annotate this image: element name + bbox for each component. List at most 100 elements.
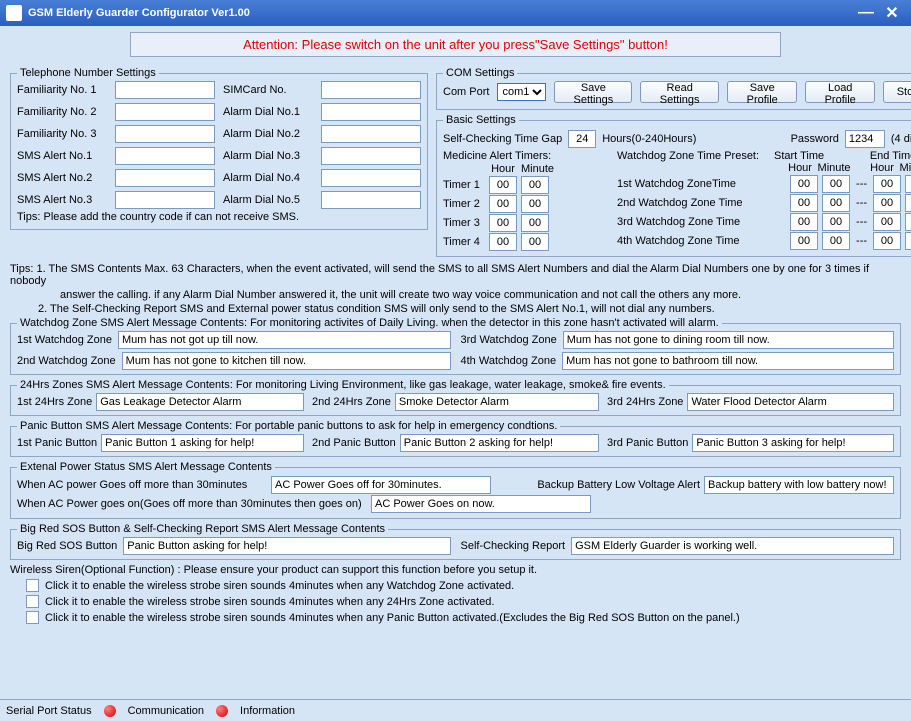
battery-input[interactable]	[704, 476, 894, 494]
timer-3-m[interactable]	[521, 233, 549, 251]
tel-label: Alarm Dial No.3	[223, 150, 313, 162]
com-port-select[interactable]: com1	[497, 83, 546, 101]
sos-input[interactable]	[123, 537, 450, 555]
gap-unit: Hours(0-240Hours)	[602, 133, 696, 145]
power-msg: Extenal Power Status SMS Alert Message C…	[10, 461, 901, 519]
timer-0-m[interactable]	[521, 176, 549, 194]
tel-input-3b[interactable]	[321, 147, 421, 165]
status-comm: Communication	[128, 705, 204, 717]
read-settings-button[interactable]: Read Settings	[640, 81, 719, 103]
tel-input-1b[interactable]	[321, 103, 421, 121]
siren-check-1[interactable]	[26, 579, 39, 592]
wd-msg-3[interactable]	[563, 331, 894, 349]
timer-2-h[interactable]	[489, 214, 517, 232]
stop-button[interactable]: Stop	[883, 81, 911, 103]
wd-msg-4[interactable]	[562, 352, 894, 370]
power-off-input[interactable]	[271, 476, 491, 494]
tel-label: SMS Alert No.1	[17, 150, 107, 162]
minimize-button[interactable]: —	[853, 4, 879, 22]
wd-2-sh[interactable]	[790, 213, 818, 231]
attention-banner: Attention: Please switch on the unit aft…	[130, 32, 781, 57]
info-led-icon	[216, 705, 228, 717]
watchdog-msg: Watchdog Zone SMS Alert Message Contents…	[10, 317, 901, 375]
wd-0-em[interactable]	[905, 175, 911, 193]
com-port-label: Com Port	[443, 86, 489, 98]
tips-line3: 2. The Self-Checking Report SMS and Exte…	[38, 303, 901, 315]
sos-msg: Big Red SOS Button & Self-Checking Repor…	[10, 523, 901, 560]
siren-check-3[interactable]	[26, 611, 39, 624]
wd-3-sm[interactable]	[822, 232, 850, 250]
telephone-legend: Telephone Number Settings	[17, 67, 159, 79]
wd-msg-2[interactable]	[122, 352, 451, 370]
status-port: Serial Port Status	[6, 705, 92, 717]
tel-input-1a[interactable]	[115, 103, 215, 121]
tel-input-5a[interactable]	[115, 191, 215, 209]
com-settings: COM Settings Com Port com1 Save Settings…	[436, 67, 911, 110]
tel-input-2b[interactable]	[321, 125, 421, 143]
wd-3-sh[interactable]	[790, 232, 818, 250]
tips-line2: answer the calling. if any Alarm Dial Nu…	[60, 289, 901, 301]
wd-3-em[interactable]	[905, 232, 911, 250]
telephone-tip: Tips: Please add the country code if can…	[17, 211, 421, 223]
gap-input[interactable]	[568, 130, 596, 148]
gap-label: Self-Checking Time Gap	[443, 133, 562, 145]
statusbar: Serial Port Status Communication Informa…	[0, 699, 911, 721]
hrs24-2[interactable]	[395, 393, 599, 411]
tel-input-4b[interactable]	[321, 169, 421, 187]
wd-0-sm[interactable]	[822, 175, 850, 193]
timer-1-h[interactable]	[489, 195, 517, 213]
timer-3-h[interactable]	[489, 233, 517, 251]
tel-label: SMS Alert No.2	[17, 172, 107, 184]
timer-0-h[interactable]	[489, 176, 517, 194]
load-profile-button[interactable]: Load Profile	[805, 81, 875, 103]
wd-msg-1[interactable]	[118, 331, 451, 349]
tel-input-2a[interactable]	[115, 125, 215, 143]
save-profile-button[interactable]: Save Profile	[727, 81, 797, 103]
wd-2-em[interactable]	[905, 213, 911, 231]
timer-1-m[interactable]	[521, 195, 549, 213]
tips-line1: Tips: 1. The SMS Contents Max. 63 Charac…	[10, 263, 901, 287]
siren-check-2[interactable]	[26, 595, 39, 608]
tel-input-0a[interactable]	[115, 81, 215, 99]
window-title: GSM Elderly Guarder Configurator Ver1.00	[28, 7, 250, 19]
watchdog-msg-legend: Watchdog Zone SMS Alert Message Contents…	[17, 317, 722, 329]
hrs24-1[interactable]	[96, 393, 304, 411]
timer-2-m[interactable]	[521, 214, 549, 232]
tel-label: Familiarity No. 1	[17, 84, 107, 96]
wd-start: Start Time	[759, 150, 839, 162]
tel-label: Familiarity No. 3	[17, 128, 107, 140]
wd-1-em[interactable]	[905, 194, 911, 212]
close-button[interactable]: ✕	[879, 3, 905, 23]
wd-0-sh[interactable]	[790, 175, 818, 193]
wd-1-eh[interactable]	[873, 194, 901, 212]
power-on-input[interactable]	[371, 495, 591, 513]
comm-led-icon	[104, 705, 116, 717]
pwd-hint: (4 digits)	[891, 133, 911, 145]
tel-input-3a[interactable]	[115, 147, 215, 165]
wd-0-eh[interactable]	[873, 175, 901, 193]
tel-input-5b[interactable]	[321, 191, 421, 209]
sos-legend: Big Red SOS Button & Self-Checking Repor…	[17, 523, 388, 535]
hrs24-3[interactable]	[687, 393, 894, 411]
panic-1[interactable]	[101, 434, 304, 452]
med-hour-head: Hour	[489, 163, 517, 175]
wd-1-sm[interactable]	[822, 194, 850, 212]
panic-legend: Panic Button SMS Alert Message Contents:…	[17, 420, 560, 432]
wd-2-eh[interactable]	[873, 213, 901, 231]
panic-msg: Panic Button SMS Alert Message Contents:…	[10, 420, 901, 457]
panic-3[interactable]	[692, 434, 894, 452]
pwd-input[interactable]	[845, 130, 885, 148]
tel-input-0b[interactable]	[321, 81, 421, 99]
tel-input-4a[interactable]	[115, 169, 215, 187]
save-settings-button[interactable]: Save Settings	[554, 81, 632, 103]
tel-label: Alarm Dial No.1	[223, 106, 313, 118]
wd-1-sh[interactable]	[790, 194, 818, 212]
hrs24-legend: 24Hrs Zones SMS Alert Message Contents: …	[17, 379, 669, 391]
report-input[interactable]	[571, 537, 894, 555]
panic-2[interactable]	[400, 434, 599, 452]
wd-2-sm[interactable]	[822, 213, 850, 231]
wd-3-eh[interactable]	[873, 232, 901, 250]
med-min-head: Minute	[521, 163, 549, 175]
hrs24-msg: 24Hrs Zones SMS Alert Message Contents: …	[10, 379, 901, 416]
tel-label: Alarm Dial No.2	[223, 128, 313, 140]
